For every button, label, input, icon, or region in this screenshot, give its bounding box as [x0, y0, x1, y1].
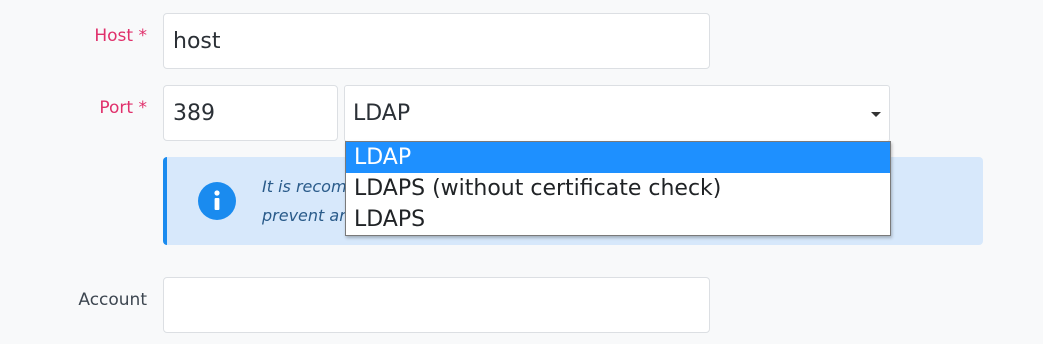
- host-input-value: host: [173, 28, 221, 54]
- host-input[interactable]: host: [163, 13, 710, 69]
- caret-down-icon: [871, 111, 881, 117]
- protocol-dropdown-list: LDAP LDAPS (without certificate check) L…: [345, 141, 891, 236]
- port-input[interactable]: 389: [163, 85, 338, 141]
- port-label: Port *: [99, 98, 147, 118]
- account-label: Account: [78, 290, 147, 310]
- account-input[interactable]: [163, 277, 710, 333]
- option-ldap[interactable]: LDAP: [346, 142, 890, 173]
- host-label: Host *: [94, 26, 147, 46]
- option-ldaps-without-certificate-check[interactable]: LDAPS (without certificate check): [346, 173, 890, 204]
- info-circle-icon: [198, 182, 236, 220]
- port-input-value: 389: [173, 100, 215, 126]
- option-ldaps[interactable]: LDAPS: [346, 204, 890, 235]
- ldap-settings-form: Host * host Port * 389 LDAP It is recom: [0, 0, 1043, 344]
- protocol-select-value: LDAP: [353, 101, 411, 126]
- protocol-select[interactable]: LDAP: [344, 85, 890, 142]
